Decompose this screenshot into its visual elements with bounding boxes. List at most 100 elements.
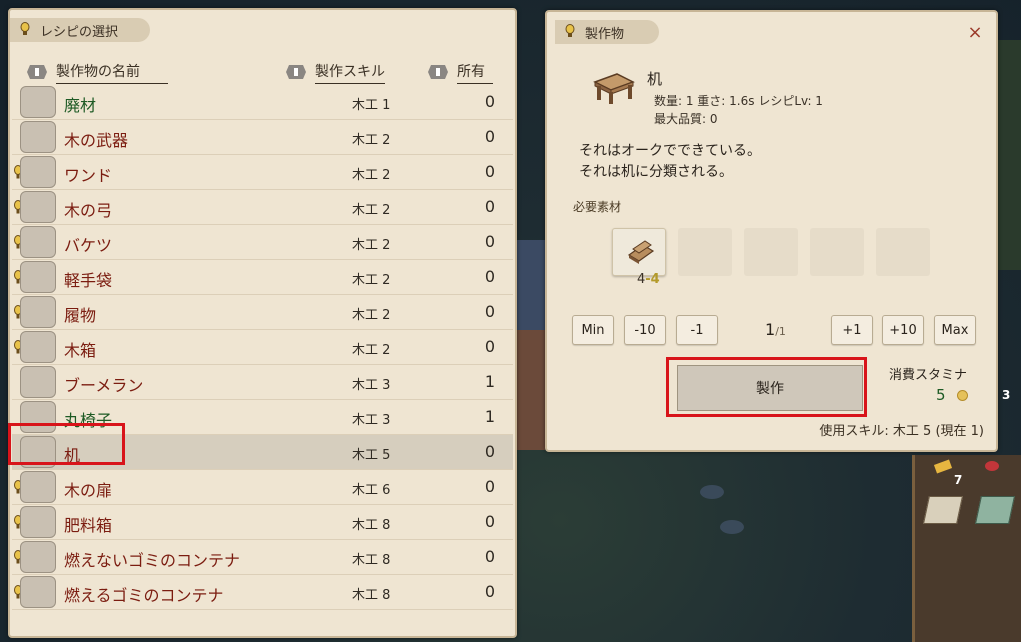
recipe-name: 肥料箱 [64, 516, 113, 535]
stamina-cost-label: 消費スタミナ [889, 368, 968, 383]
building-roof [517, 240, 547, 330]
scroll-item-icon[interactable] [923, 496, 963, 524]
wooden-door-icon [20, 471, 56, 503]
sort-icon [286, 65, 306, 79]
bucket-icon [20, 226, 56, 258]
material-slot-empty [678, 228, 732, 276]
sort-icon [27, 65, 47, 79]
quantity-plus1-button[interactable]: +1 [831, 315, 873, 345]
nonburnable-bin-icon [20, 541, 56, 573]
recipe-skill: 木工 2 [352, 343, 391, 358]
column-header-owned[interactable]: 所有 [427, 61, 493, 84]
item-stats: 数量: 1 重さ: 1.6s レシピLv: 1 [654, 94, 823, 108]
recipe-row[interactable]: 廃材 木工 1 0 [12, 85, 513, 120]
recipe-owned-count: 0 [484, 197, 495, 216]
recipe-owned-count: 1 [484, 372, 495, 391]
burnable-bin-icon [20, 576, 56, 608]
recipe-name: 軽手袋 [64, 271, 113, 290]
panel-title: 製作物 [585, 26, 625, 42]
column-owned-label: 所有 [457, 61, 493, 84]
recipe-name: 木の扉 [64, 481, 113, 500]
quantity-min-button[interactable]: Min [572, 315, 614, 345]
selected-recipe-highlight [8, 423, 125, 465]
recipe-skill: 木工 8 [352, 518, 391, 533]
craft-button-highlight [666, 357, 867, 417]
recipe-owned-count: 0 [484, 442, 495, 461]
recipe-skill: 木工 8 [352, 553, 391, 568]
quantity-max-button[interactable]: Max [934, 315, 976, 345]
recipe-row[interactable]: 木の扉 木工 6 0 [12, 470, 513, 505]
skill-used-info: 使用スキル: 木工 5 (現在 1) [819, 424, 984, 439]
recipe-skill: 木工 1 [352, 98, 391, 113]
item-description-category: それは机に分類される。 [579, 164, 733, 180]
craft-panel-tab: 製作物 [555, 20, 659, 44]
recipe-owned-count: 0 [484, 512, 495, 531]
quantity-plus10-button[interactable]: +10 [882, 315, 924, 345]
recipe-skill: 木工 5 [352, 448, 391, 463]
item-name: 机 [647, 70, 663, 88]
panel-title: レシピの選択 [40, 24, 119, 40]
recipe-owned-count: 0 [484, 337, 495, 356]
recipe-name: 燃えないゴミのコンテナ [64, 551, 241, 570]
quantity-minus10-button[interactable]: -10 [624, 315, 666, 345]
recipe-panel-tab: レシピの選択 [10, 18, 150, 42]
map-item-icon[interactable] [975, 496, 1015, 524]
boomerang-icon [20, 366, 56, 398]
recipe-name: 履物 [64, 306, 97, 325]
quantity-minus1-button[interactable]: -1 [676, 315, 718, 345]
close-button[interactable]: × [966, 24, 984, 42]
material-slot-empty [744, 228, 798, 276]
wood-plank-icon [627, 240, 655, 264]
recipe-row[interactable]: ワンド 木工 2 0 [12, 155, 513, 190]
recipe-skill: 木工 2 [352, 168, 391, 183]
quantity-value: 1 [765, 320, 776, 339]
column-header-name[interactable]: 製作物の名前 [26, 62, 168, 84]
recipe-row[interactable]: 燃えないゴミのコンテナ 木工 8 0 [12, 540, 513, 575]
column-header-skill[interactable]: 製作スキル [285, 62, 385, 84]
recipe-owned-count: 0 [484, 582, 495, 601]
hud-item-count: 3 [1002, 388, 1011, 402]
recipe-skill: 木工 6 [352, 483, 391, 498]
recipe-skill: 木工 3 [352, 413, 391, 428]
recipe-name: ブーメラン [64, 376, 144, 395]
recipe-row[interactable]: 履物 木工 2 0 [12, 295, 513, 330]
stamina-icon [957, 390, 968, 401]
cabinet-prop [517, 330, 545, 450]
recipe-row[interactable]: バケツ 木工 2 0 [12, 225, 513, 260]
wooden-wall [912, 455, 1021, 642]
desk-icon [593, 73, 635, 104]
berries-item-icon[interactable] [985, 461, 999, 471]
recipe-skill: 木工 8 [352, 588, 391, 603]
wood-scrap-icon [20, 86, 56, 118]
recipe-row[interactable]: 木箱 木工 2 0 [12, 330, 513, 365]
recipe-row[interactable]: 肥料箱 木工 8 0 [12, 505, 513, 540]
recipe-skill: 木工 2 [352, 203, 391, 218]
boots-icon [20, 296, 56, 328]
recipe-name: 木の武器 [64, 131, 129, 150]
material-slot-empty [810, 228, 864, 276]
recipe-row[interactable]: 燃えるゴミのコンテナ 木工 8 0 [12, 575, 513, 610]
wand-icon [20, 156, 56, 188]
recipe-row[interactable]: 木の弓 木工 2 0 [12, 190, 513, 225]
lightbulb-icon [20, 22, 30, 35]
recipe-name: 廃材 [64, 96, 97, 115]
recipe-row[interactable]: 木の武器 木工 2 0 [12, 120, 513, 155]
material-required-count: -4 [645, 272, 660, 287]
recipe-skill: 木工 3 [352, 378, 391, 393]
recipe-owned-count: 0 [484, 92, 495, 111]
stone-path [700, 485, 724, 499]
recipe-row[interactable]: ブーメラン 木工 3 1 [12, 365, 513, 400]
recipe-name: バケツ [64, 236, 113, 255]
recipe-owned-count: 0 [484, 267, 495, 286]
pine-tree [998, 40, 1021, 270]
glove-icon [20, 261, 56, 293]
recipe-skill: 木工 2 [352, 308, 391, 323]
recipe-name: 木箱 [64, 341, 97, 360]
recipe-owned-count: 1 [484, 407, 495, 426]
required-materials-label: 必要素材 [573, 200, 622, 214]
recipe-owned-count: 0 [484, 477, 495, 496]
recipe-owned-count: 0 [484, 232, 495, 251]
recipe-row[interactable]: 軽手袋 木工 2 0 [12, 260, 513, 295]
recipe-name: 木の弓 [64, 201, 113, 220]
material-slot-wood-plank[interactable] [612, 228, 666, 276]
